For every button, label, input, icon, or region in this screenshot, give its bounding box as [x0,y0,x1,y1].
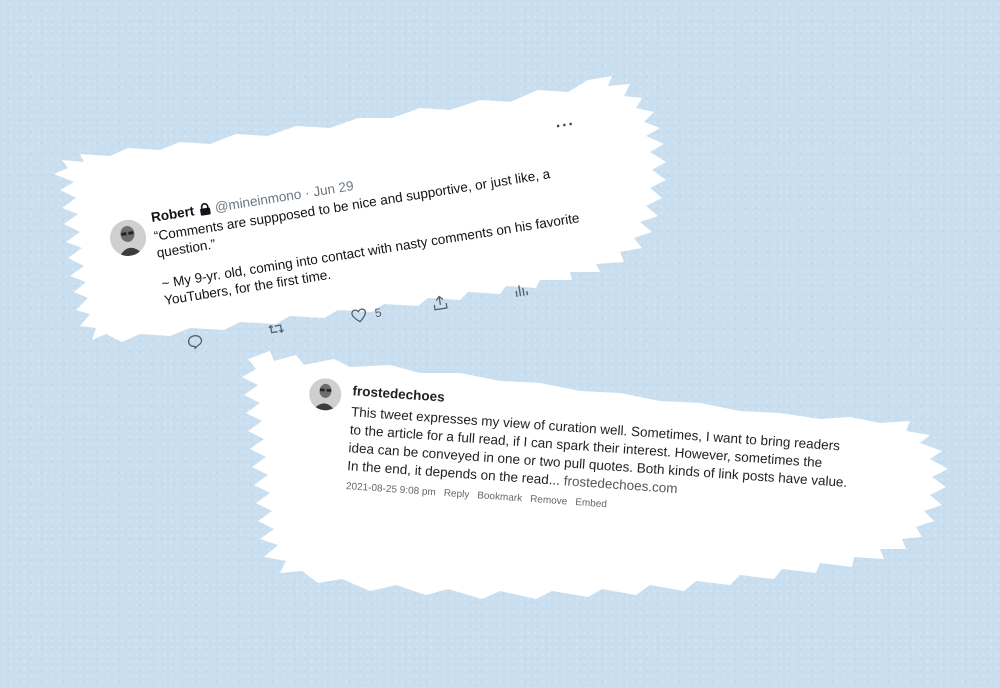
analytics-icon [515,285,529,297]
avatar[interactable] [308,377,343,412]
embed-link[interactable]: Embed [575,494,608,514]
heart-icon [351,308,367,323]
reply-button[interactable] [186,333,204,351]
like-count: 5 [373,305,383,321]
analytics-button[interactable] [512,281,530,299]
comment-timestamp[interactable]: 2021-08-25 9:08 pm [345,478,437,502]
bookmark-link[interactable]: Bookmark [477,487,523,508]
comment-card: frostedechoes This tweet expresses my vi… [230,345,960,615]
share-icon [433,295,448,311]
reply-link[interactable]: Reply [443,485,470,505]
like-button[interactable]: 5 [350,304,383,325]
lock-icon [197,202,212,217]
avatar[interactable] [107,217,149,259]
reply-icon [187,335,203,350]
remove-link[interactable]: Remove [529,491,568,512]
more-options-icon[interactable]: ··· [555,116,577,137]
separator: · [303,185,311,201]
share-button[interactable] [431,294,449,312]
tweet-card: ··· Robert @mineinmono · Jun 29 “Comment… [40,50,680,350]
